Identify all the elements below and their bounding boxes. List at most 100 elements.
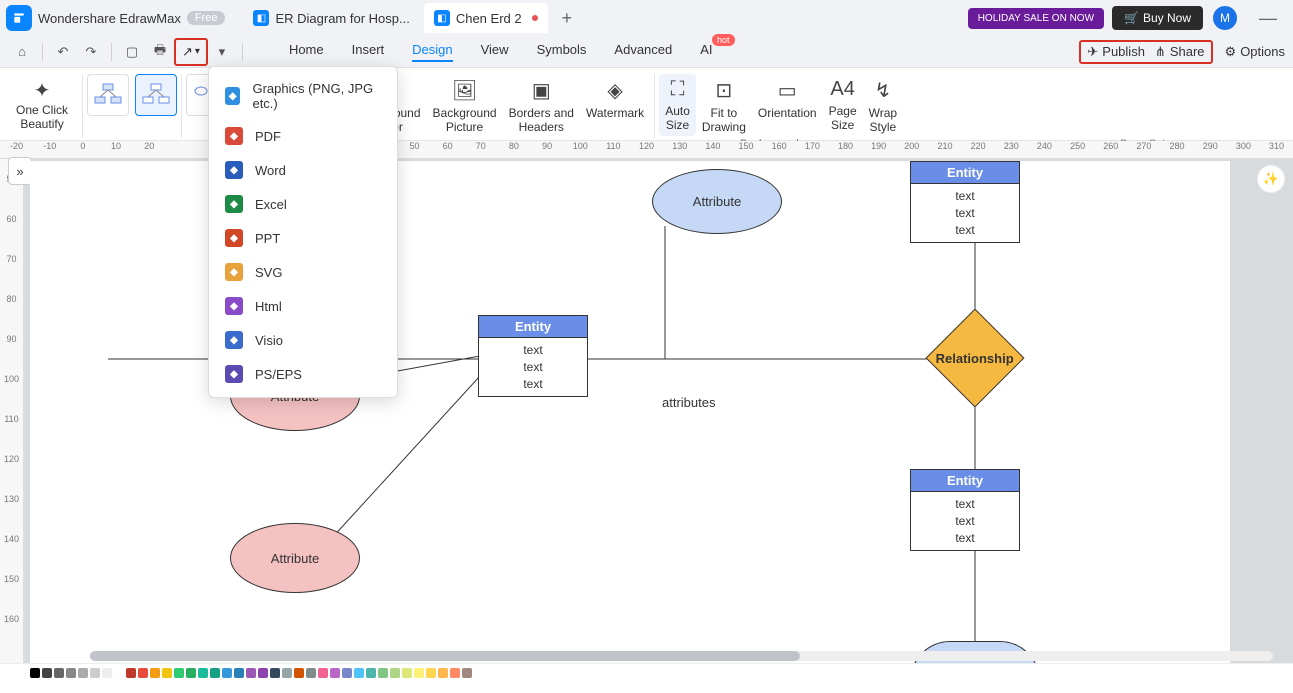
color-swatch[interactable] [30, 668, 40, 678]
color-swatch[interactable] [378, 668, 388, 678]
color-swatch[interactable] [390, 668, 400, 678]
menu-view[interactable]: View [481, 42, 509, 62]
color-swatch[interactable] [90, 668, 100, 678]
color-swatch[interactable] [126, 668, 136, 678]
doc-tab[interactable]: ◧ Chen Erd 2 [424, 3, 548, 33]
bg-picture-button[interactable]: 🖼Background Picture [427, 74, 503, 138]
color-swatch[interactable] [438, 668, 448, 678]
color-swatch[interactable] [342, 668, 352, 678]
menu-home[interactable]: Home [289, 42, 324, 62]
color-swatch[interactable] [174, 668, 184, 678]
fit-icon: ⊡ [716, 78, 733, 103]
export-menu-item[interactable]: ◆Word [209, 153, 397, 187]
entity-shape[interactable]: Entity text text text [478, 315, 588, 397]
menu-advanced[interactable]: Advanced [614, 42, 672, 62]
entity-header: Entity [479, 316, 587, 338]
holiday-sale-button[interactable]: HOLIDAY SALE ON NOW [968, 8, 1104, 29]
menu-symbols[interactable]: Symbols [537, 42, 587, 62]
color-swatch[interactable] [270, 668, 280, 678]
relationship-shape[interactable]: Relationship [940, 323, 1010, 393]
color-swatch[interactable] [198, 668, 208, 678]
color-swatch[interactable] [234, 668, 244, 678]
workspace: -20-100102040506070809010011012013014015… [0, 141, 1293, 681]
home-icon[interactable]: ⌂ [8, 39, 36, 65]
print-button[interactable]: 🖶 [146, 39, 174, 65]
text-label[interactable]: attributes [662, 395, 715, 410]
save-button[interactable]: ▢ [118, 39, 146, 65]
color-swatch[interactable] [54, 668, 64, 678]
buy-now-button[interactable]: 🛒 Buy Now [1112, 6, 1203, 30]
color-swatch[interactable] [426, 668, 436, 678]
theme-preset[interactable] [135, 74, 177, 116]
export-menu-item[interactable]: ◆Excel [209, 187, 397, 221]
color-swatch[interactable] [42, 668, 52, 678]
export-menu-item[interactable]: ◆SVG [209, 255, 397, 289]
more-button[interactable]: ▾ [208, 39, 236, 65]
export-menu-item[interactable]: ◆PDF [209, 119, 397, 153]
minimize-button[interactable]: — [1249, 8, 1287, 29]
color-swatch[interactable] [462, 668, 472, 678]
color-swatch[interactable] [78, 668, 88, 678]
attribute-shape[interactable]: Attribute [652, 169, 782, 234]
page-size-button[interactable]: A4Page Size [823, 74, 863, 136]
undo-button[interactable]: ↶ [49, 39, 77, 65]
menu-insert[interactable]: Insert [352, 42, 385, 62]
color-swatch[interactable] [138, 668, 148, 678]
share-button[interactable]: ⋔ Share [1155, 44, 1205, 60]
fit-drawing-button[interactable]: ⊡Fit to Drawing [696, 74, 752, 138]
horizontal-scrollbar[interactable] [90, 651, 1273, 661]
ai-assistant-button[interactable]: ✨ [1257, 165, 1285, 193]
attribute-shape[interactable]: Attribute [230, 523, 360, 593]
color-swatch[interactable] [366, 668, 376, 678]
color-swatch[interactable] [222, 668, 232, 678]
export-menu-item[interactable]: ◆Html [209, 289, 397, 323]
entity-shape[interactable]: Entity text text text [910, 469, 1020, 551]
doc-tab[interactable]: ◧ ER Diagram for Hosp... [243, 3, 419, 33]
menu-design[interactable]: Design [412, 42, 452, 62]
scrollbar-thumb[interactable] [90, 651, 800, 661]
color-swatch[interactable] [114, 668, 124, 678]
color-swatch[interactable] [66, 668, 76, 678]
new-tab-button[interactable]: + [552, 8, 583, 29]
color-swatch[interactable] [102, 668, 112, 678]
one-click-beautify-button[interactable]: ✦ One Click Beautify [6, 74, 78, 135]
color-swatch[interactable] [318, 668, 328, 678]
options-button[interactable]: ⚙ Options [1225, 44, 1285, 60]
redo-button[interactable]: ↷ [77, 39, 105, 65]
theme-preset[interactable] [87, 74, 129, 116]
menu-ai[interactable]: AIhot [700, 42, 712, 62]
export-menu-item[interactable]: ◆Graphics (PNG, JPG etc.) [209, 73, 397, 119]
color-swatch[interactable] [210, 668, 220, 678]
entity-shape[interactable]: Entity text text text [910, 161, 1020, 243]
export-button[interactable]: ↗▾ [178, 44, 204, 60]
color-swatch[interactable] [246, 668, 256, 678]
auto-size-button[interactable]: ⛶Auto Size [659, 74, 696, 136]
color-swatch[interactable] [450, 668, 460, 678]
color-swatch[interactable] [306, 668, 316, 678]
export-menu-item[interactable]: ◆Visio [209, 323, 397, 357]
borders-button[interactable]: ▣Borders and Headers [503, 74, 580, 138]
export-menu: ◆Graphics (PNG, JPG etc.)◆PDF◆Word◆Excel… [208, 66, 398, 398]
color-swatch[interactable] [402, 668, 412, 678]
avatar[interactable]: M [1213, 6, 1237, 30]
watermark-button[interactable]: ◈Watermark [580, 74, 650, 124]
color-swatch[interactable] [258, 668, 268, 678]
expand-left-panel-button[interactable]: » [8, 157, 32, 185]
color-swatch[interactable] [414, 668, 424, 678]
color-swatch[interactable] [330, 668, 340, 678]
export-menu-item[interactable]: ◆PS/EPS [209, 357, 397, 391]
bg-picture-icon: 🖼 [452, 78, 477, 103]
publish-button[interactable]: ✈ Publish [1087, 44, 1145, 60]
color-swatch[interactable] [354, 668, 364, 678]
hot-badge: hot [712, 34, 735, 46]
ruler-vertical: 5060708090100110120130140150160 [0, 159, 24, 681]
wrap-style-button[interactable]: ↯Wrap Style [863, 74, 903, 138]
color-swatch[interactable] [162, 668, 172, 678]
orientation-button[interactable]: ▭Orientation [752, 74, 823, 124]
color-swatch[interactable] [282, 668, 292, 678]
color-swatch[interactable] [186, 668, 196, 678]
color-swatch[interactable] [150, 668, 160, 678]
export-menu-item[interactable]: ◆PPT [209, 221, 397, 255]
file-type-icon: ◆ [225, 263, 243, 281]
color-swatch[interactable] [294, 668, 304, 678]
